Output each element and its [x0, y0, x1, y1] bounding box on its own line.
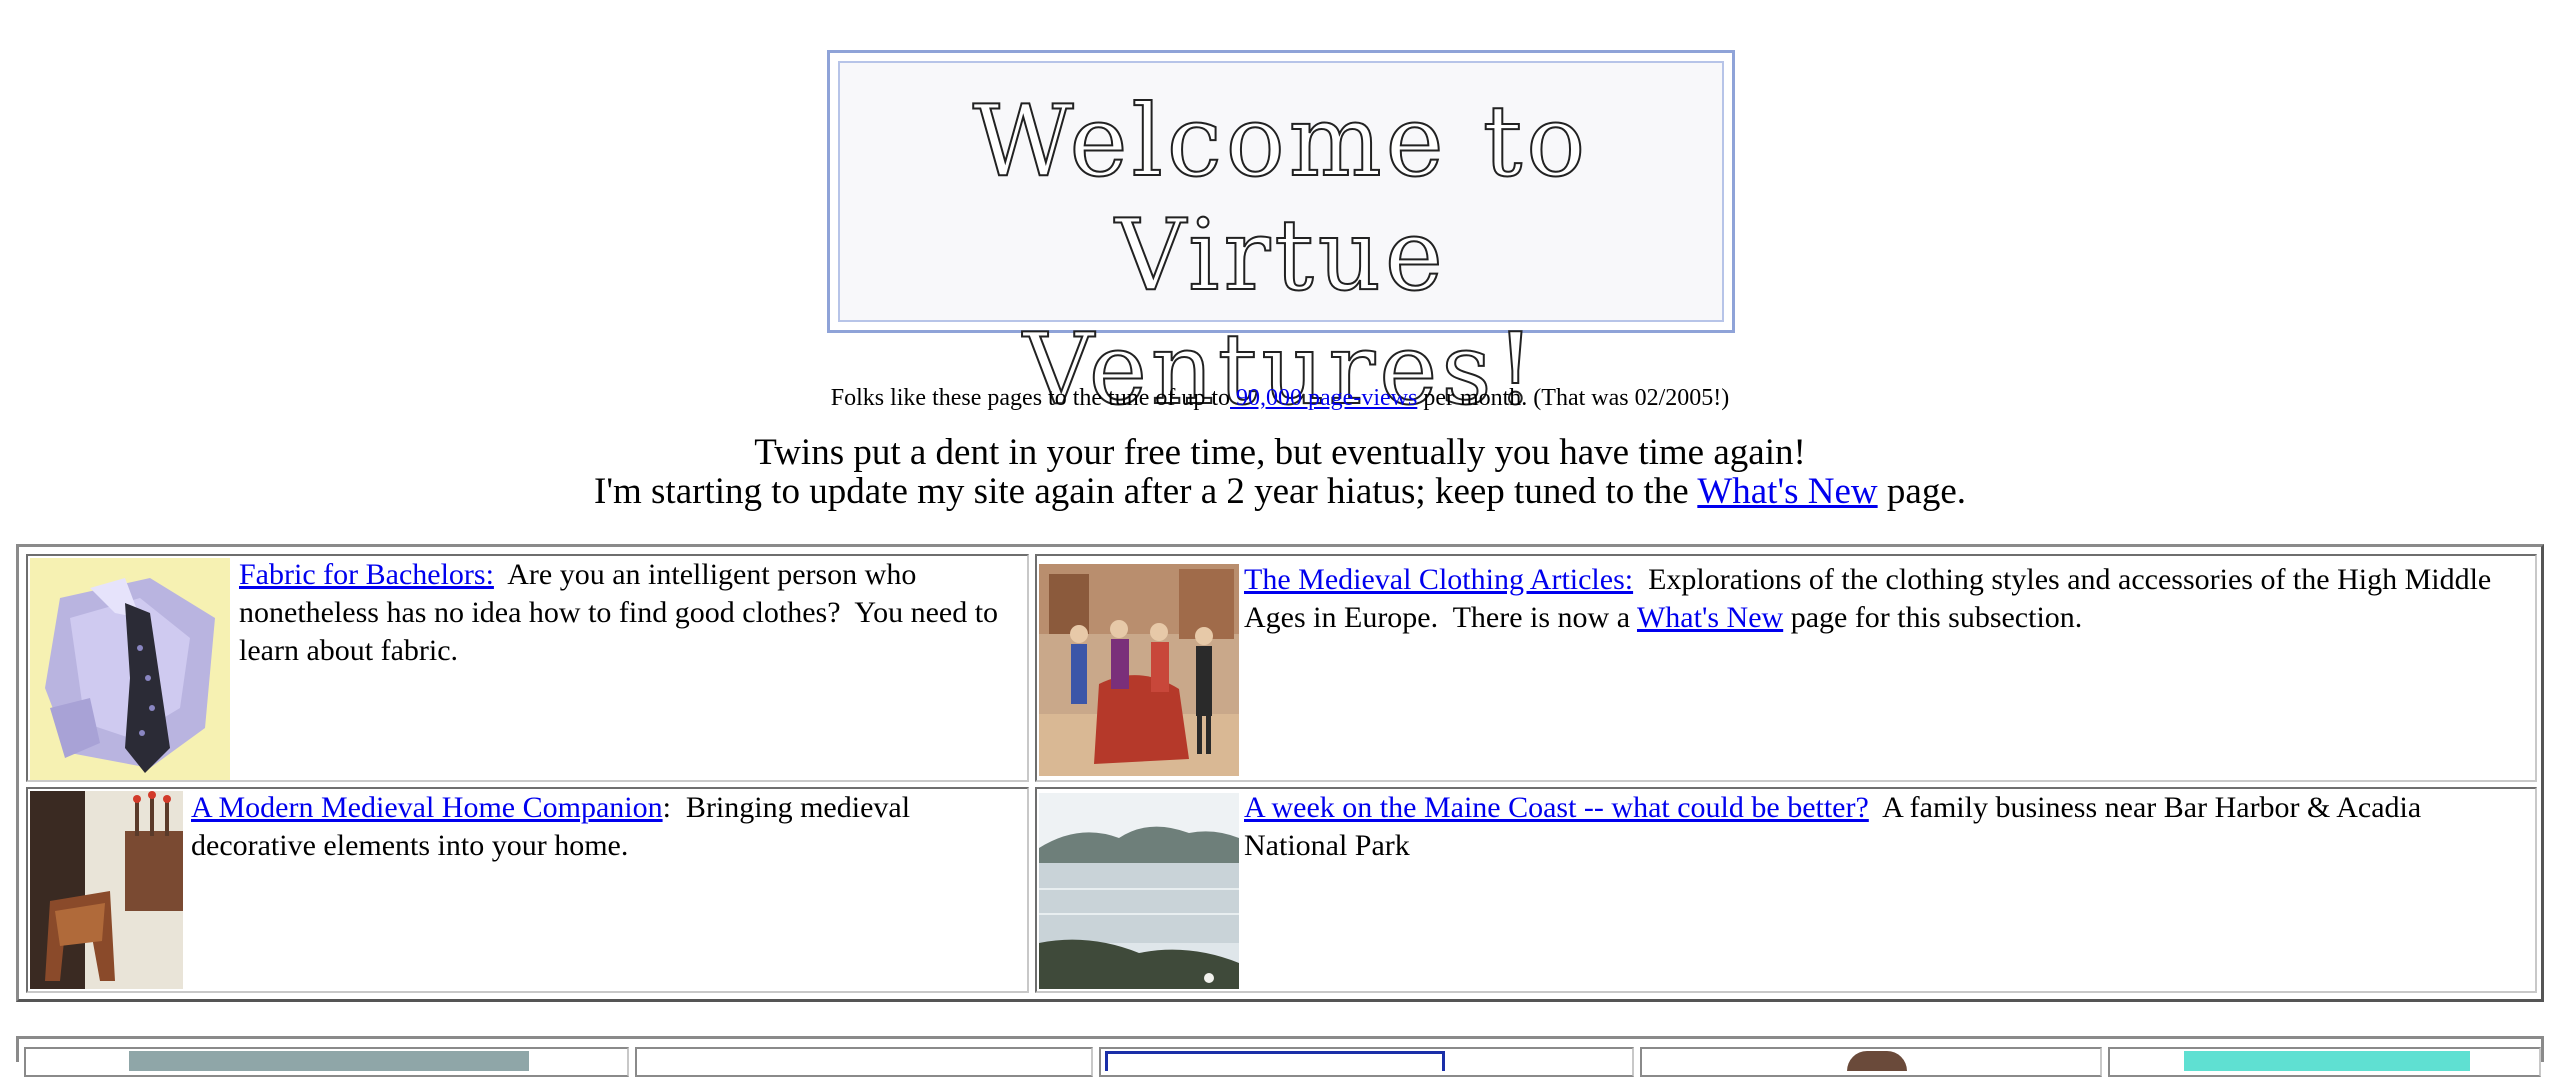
page-views-prefix: Folks like these pages to the tune of up…	[830, 385, 1231, 411]
intro-line2: I'm starting to update my site again aft…	[0, 472, 2560, 511]
section-medieval-clothing-text: The Medieval Clothing Articles: Explorat…	[1244, 561, 2524, 637]
section-home-companion-text: A Modern Medieval Home Companion: Bringi…	[191, 789, 1021, 865]
bottom-links-table	[16, 1036, 2544, 1077]
intro-line2-suffix: page.	[1877, 471, 1966, 512]
bottom-image-4[interactable]	[1847, 1051, 1907, 1071]
section-fabric-text: Fabric for Bachelors: Are you an intelli…	[239, 556, 1021, 670]
modern-medieval-home-companion-link[interactable]: A Modern Medieval Home Companion	[191, 791, 663, 824]
maine-coast-link[interactable]: A week on the Maine Coast -- what could …	[1244, 791, 1869, 824]
page-views-suffix: per month. (That was 02/2005!)	[1417, 385, 1730, 411]
medieval-clothing-articles-link[interactable]: The Medieval Clothing Articles:	[1244, 563, 1633, 596]
bottom-image-3[interactable]	[1105, 1051, 1445, 1071]
section-medieval-clothing: The Medieval Clothing Articles: Explorat…	[1035, 554, 2537, 782]
medieval-home-decor-image[interactable]	[30, 791, 183, 989]
section-maine-coast: A week on the Maine Coast -- what could …	[1035, 787, 2537, 993]
section-maine-coast-text: A week on the Maine Coast -- what could …	[1244, 789, 2524, 865]
medieval-clothing-description-end: page for this subsection.	[1783, 601, 2083, 634]
page-views-note: Folks like these pages to the tune of up…	[0, 383, 2560, 413]
shirt-and-tie-image[interactable]	[30, 558, 230, 780]
maine-coast-image[interactable]	[1039, 793, 1239, 989]
fabric-for-bachelors-link[interactable]: Fabric for Bachelors:	[239, 558, 494, 591]
bottom-image-1[interactable]	[129, 1051, 529, 1071]
section-fabric: Fabric for Bachelors: Are you an intelli…	[26, 554, 1029, 782]
intro-line2-prefix: I'm starting to update my site again aft…	[594, 471, 1698, 512]
bottom-image-5[interactable]	[2184, 1051, 2470, 1071]
bottom-cell-2	[635, 1047, 1093, 1077]
page-views-link[interactable]: 90,000 page-views	[1230, 385, 1417, 411]
intro-text: Twins put a dent in your free time, but …	[0, 433, 2560, 511]
bottom-cell-4	[1640, 1047, 2102, 1077]
bottom-cell-3	[1099, 1047, 1634, 1077]
banner-frame: Welcome to Virtue Ventures!	[838, 61, 1724, 428]
welcome-banner: Welcome to Virtue Ventures!	[827, 50, 1735, 428]
bottom-cell-5	[2108, 1047, 2541, 1077]
bottom-cell-1	[24, 1047, 629, 1077]
medieval-whats-new-link[interactable]: What's New	[1637, 601, 1783, 634]
medieval-dancers-image[interactable]	[1039, 564, 1239, 776]
whats-new-link[interactable]: What's New	[1697, 471, 1877, 512]
banner-title: Welcome to Virtue Ventures!	[840, 84, 1722, 428]
section-home-companion: A Modern Medieval Home Companion: Bringi…	[26, 787, 1029, 993]
sections-table: Fabric for Bachelors: Are you an intelli…	[16, 544, 2544, 1002]
banner-title-line1: Welcome to	[972, 84, 1590, 200]
intro-line1: Twins put a dent in your free time, but …	[754, 432, 1806, 473]
